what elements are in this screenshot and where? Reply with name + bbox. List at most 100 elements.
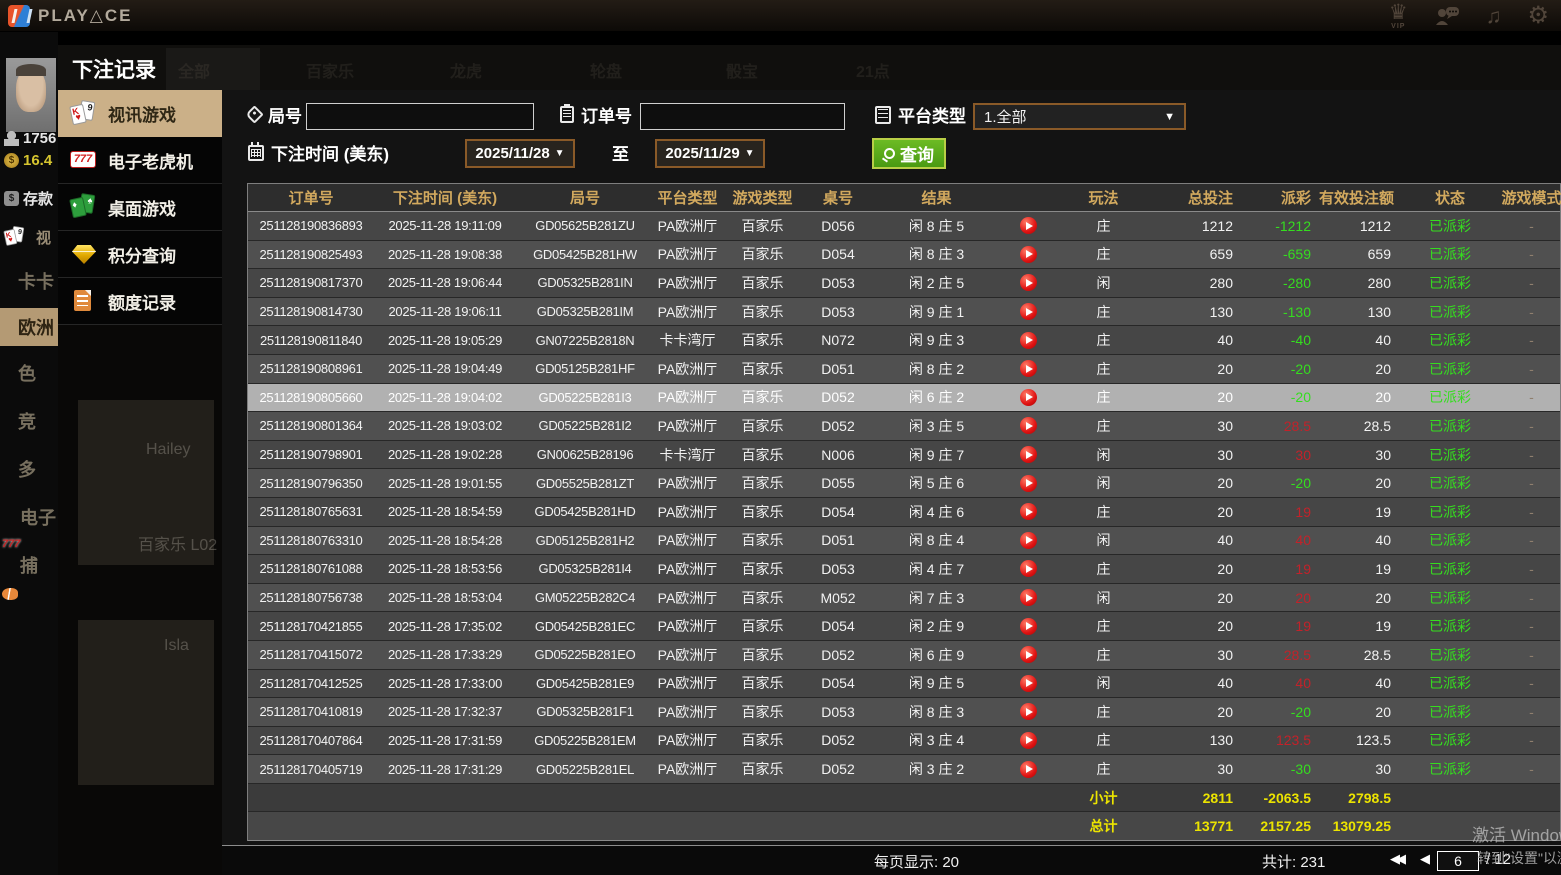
play-replay-button[interactable] — [1020, 388, 1037, 406]
play-replay-button[interactable] — [1020, 560, 1037, 578]
play-replay-button[interactable] — [1020, 360, 1037, 378]
table-row[interactable]: 251128170412525 2025-11-28 17:33:00 GD0542… — [248, 669, 1560, 699]
cell-mode: - — [1529, 732, 1534, 749]
music-icon[interactable]: ♫ — [1486, 6, 1502, 27]
cell-status: 已派彩 — [1429, 503, 1471, 520]
cell-valid: 30 — [1375, 446, 1391, 463]
first-page-button[interactable]: ◀◀ — [1390, 851, 1406, 867]
playace-logo-text: PLAY△CE — [38, 5, 133, 25]
cell-status: 已派彩 — [1429, 560, 1471, 577]
table-row[interactable]: 251128190801364 2025-11-28 19:03:02 GD0522… — [248, 412, 1560, 441]
table-row[interactable]: 251128170407864 2025-11-28 17:31:59 GD0522… — [248, 726, 1560, 756]
cell-payout: -40 — [1290, 332, 1311, 349]
table-row[interactable]: 251128170415072 2025-11-28 17:33:29 GD0522… — [248, 640, 1560, 670]
background-tab: 百家乐 — [306, 64, 355, 81]
lobby-nav-item[interactable]: 卡卡 — [0, 268, 58, 294]
lobby-nav-item[interactable]: 色 — [0, 360, 58, 386]
table-row[interactable]: 251128190836893 2025-11-28 19:11:09 GD0562… — [248, 212, 1560, 241]
lobby-nav-item[interactable]: 电子 — [0, 504, 58, 530]
table-row[interactable]: 251128190811840 2025-11-28 19:05:29 GN0722… — [248, 326, 1560, 355]
vip-icon[interactable]: ♛ VIP — [1389, 2, 1408, 30]
play-replay-button[interactable] — [1020, 646, 1037, 664]
play-replay-button[interactable] — [1020, 217, 1037, 235]
table-row[interactable]: 251128190808961 2025-11-28 19:04:49 GD0512… — [248, 354, 1560, 384]
query-button[interactable]: 查询 — [872, 138, 946, 169]
settings-gear-icon[interactable]: ⚙ — [1527, 4, 1549, 28]
play-replay-button[interactable] — [1020, 731, 1037, 749]
cell-table: D051 — [821, 532, 855, 549]
order-input[interactable] — [640, 103, 845, 130]
table-row[interactable]: 251128190825493 2025-11-28 19:08:38 GD0542… — [248, 240, 1560, 270]
table-row[interactable]: 251128180756738 2025-11-28 18:53:04 GM0522… — [248, 583, 1560, 613]
cell-payout: -20 — [1290, 360, 1311, 377]
cell-platform: PA欧洲厅 — [657, 417, 718, 434]
cell-valid: 123.5 — [1355, 732, 1391, 749]
play-replay-button[interactable] — [1020, 245, 1037, 263]
play-replay-button[interactable] — [1020, 274, 1037, 292]
cell-replay — [1001, 731, 1056, 749]
cell-game: 百家乐 — [741, 503, 784, 520]
page-number-input[interactable]: 6 — [1437, 851, 1479, 871]
menu-item[interactable]: 积分查询 — [58, 231, 222, 278]
table-row[interactable]: 251128180761088 2025-11-28 18:53:56 GD0532… — [248, 555, 1560, 584]
user-avatar[interactable] — [6, 58, 56, 132]
platform-select[interactable]: 1.全部 ▼ — [973, 103, 1186, 130]
play-replay-button[interactable] — [1020, 589, 1037, 607]
round-input[interactable] — [306, 103, 534, 130]
table-row[interactable]: 251128190796350 2025-11-28 19:01:55 GD0552… — [248, 469, 1560, 498]
play-replay-button[interactable] — [1020, 531, 1037, 549]
cell-bet: 20 — [1217, 389, 1233, 406]
play-replay-button[interactable] — [1020, 617, 1037, 635]
chat-support-icon[interactable] — [1434, 5, 1460, 27]
lobby-nav-item[interactable]: 多 — [0, 456, 58, 482]
table-row[interactable]: 251128170410819 2025-11-28 17:32:37 GD0532… — [248, 698, 1560, 727]
table-row[interactable]: 251128180765631 2025-11-28 18:54:59 GD0542… — [248, 497, 1560, 527]
lobby-nav-item[interactable]: 欧洲 — [0, 308, 58, 346]
cell-game: 百家乐 — [741, 732, 784, 749]
lobby-video-games[interactable]: 9 K ♥ 视 — [3, 224, 58, 250]
table-row[interactable]: 251128180763310 2025-11-28 18:54:28 GD0512… — [248, 526, 1560, 556]
column-header: 有效投注额 — [1319, 190, 1395, 207]
menu-item[interactable]: 9 K ♥ 视讯游戏 — [58, 90, 235, 137]
table-row[interactable]: 251128190798901 2025-11-28 19:02:28 GN0062… — [248, 440, 1560, 470]
cell-result: 闲 3 庄 5 — [908, 417, 965, 434]
cell-mode: - — [1529, 389, 1534, 406]
cell-status: 已派彩 — [1429, 332, 1471, 349]
cell-status: 已派彩 — [1429, 703, 1471, 720]
date-from-picker[interactable]: 2025/11/28 ▼ — [465, 139, 575, 168]
play-replay-button[interactable] — [1020, 760, 1037, 778]
play-replay-button[interactable] — [1020, 503, 1037, 521]
play-replay-button[interactable] — [1020, 703, 1037, 721]
play-replay-button[interactable] — [1020, 674, 1037, 692]
deposit-button[interactable]: $ 存款 — [4, 188, 58, 209]
column-header: 局号 — [569, 190, 600, 207]
cell-replay — [1001, 331, 1056, 349]
table-row[interactable]: 251128170405719 2025-11-28 17:31:29 GD0522… — [248, 755, 1560, 784]
play-replay-button[interactable] — [1020, 446, 1037, 464]
lobby-nav-item[interactable]: 捕 — [0, 552, 58, 578]
menu-item[interactable]: 777 电子老虎机 — [58, 137, 222, 184]
prev-page-button[interactable]: ◀ — [1420, 851, 1430, 867]
play-replay-button[interactable] — [1020, 331, 1037, 349]
table-row[interactable]: 251128190814730 2025-11-28 19:06:11 GD0532… — [248, 297, 1560, 327]
lobby-nav-item[interactable]: 竞 — [0, 408, 58, 434]
cell-valid: 40 — [1375, 332, 1391, 349]
play-replay-button[interactable] — [1020, 417, 1037, 435]
clipboard-icon — [560, 104, 574, 123]
table-row[interactable]: 251128190805660 2025-11-28 19:04:02 GD0522… — [248, 383, 1560, 413]
cell-platform: PA欧洲厅 — [657, 217, 718, 234]
cell-platform: PA欧洲厅 — [657, 560, 718, 577]
menu-item[interactable]: 额度记录 — [58, 278, 222, 325]
cell-valid: 19 — [1375, 503, 1391, 520]
bet-time-label: 下注时间 (美东) — [248, 140, 389, 165]
play-replay-button[interactable] — [1020, 474, 1037, 492]
cell-play: 庄 — [1096, 618, 1111, 635]
play-replay-button[interactable] — [1020, 303, 1037, 321]
date-to-picker[interactable]: 2025/11/29 ▼ — [655, 139, 765, 168]
cell-mode: - — [1529, 761, 1534, 778]
menu-item[interactable]: ♠ ♦ 桌面游戏 — [58, 184, 222, 231]
table-row[interactable]: 251128170421855 2025-11-28 17:35:02 GD0542… — [248, 612, 1560, 641]
cell-bet: 20 — [1217, 475, 1233, 492]
table-row[interactable]: 251128190817370 2025-11-28 19:06:44 GD0532… — [248, 269, 1560, 298]
cell-valid: 659 — [1367, 246, 1391, 263]
